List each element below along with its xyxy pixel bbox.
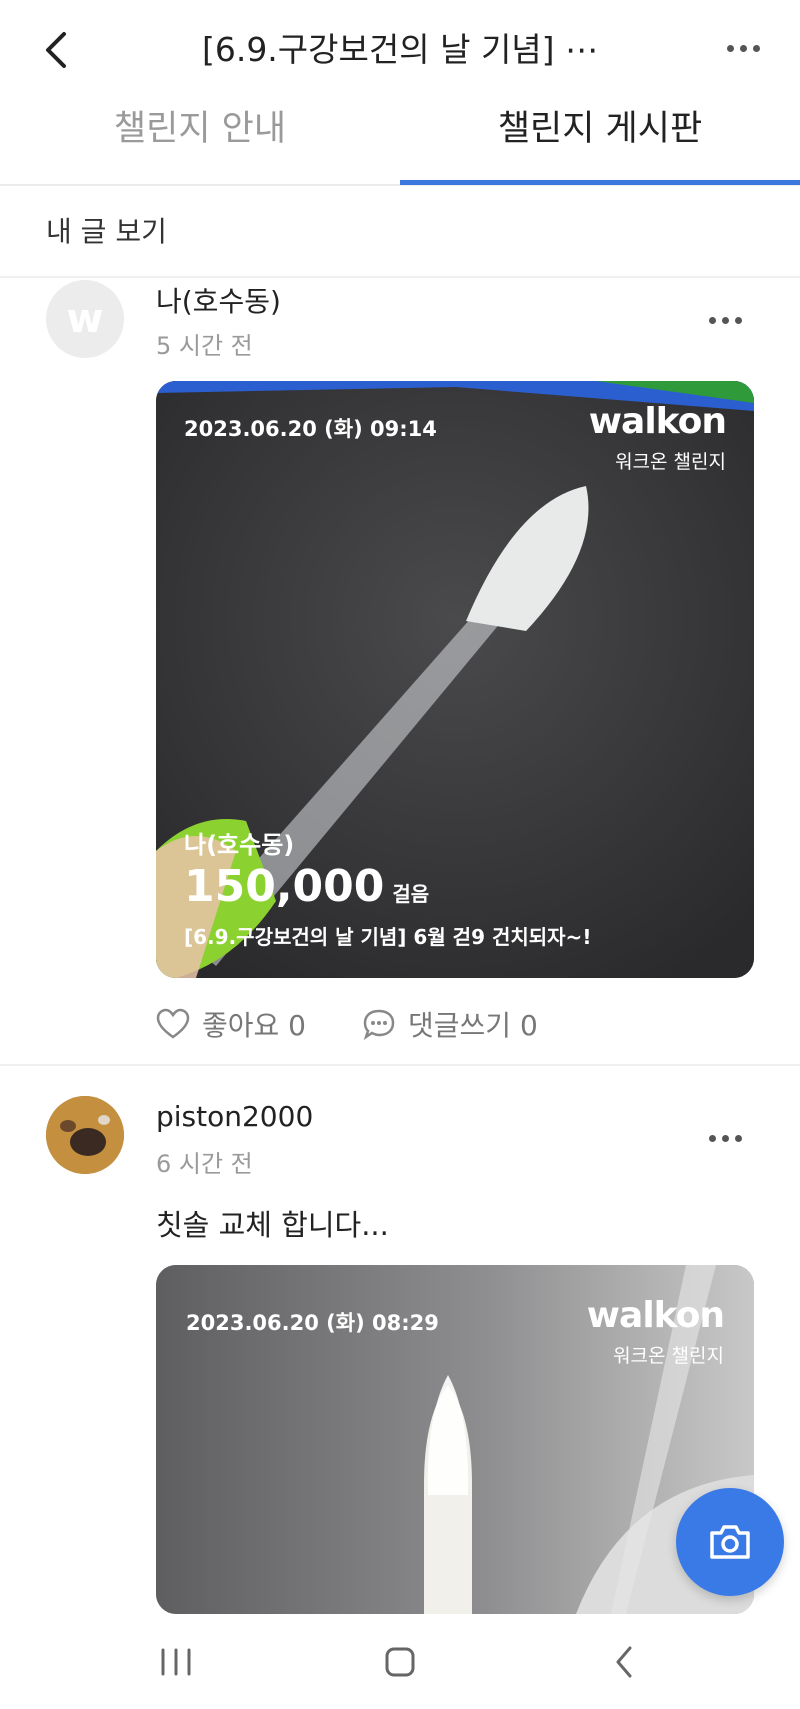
recent-apps-button[interactable] <box>146 1634 206 1690</box>
steps-unit: 걸음 <box>392 882 430 906</box>
walkon-subtitle: 워크온 챌린지 <box>615 451 726 473</box>
home-icon <box>385 1647 415 1677</box>
like-button[interactable]: 좋아요 0 <box>156 1004 306 1044</box>
page-title: [6.9.구강보건의 날 기념] ⋯ <box>201 30 599 69</box>
post-more-button[interactable] <box>700 300 750 340</box>
avatar-photo <box>46 1096 124 1174</box>
heart-icon <box>156 1008 190 1039</box>
back-button[interactable] <box>38 26 78 74</box>
photo-date: 2023.06.20 (화) 08:29 <box>186 1311 439 1335</box>
back-icon <box>616 1646 632 1678</box>
active-tab-indicator <box>400 180 800 185</box>
avatar[interactable]: w <box>46 280 124 358</box>
more-horizontal-icon <box>700 300 750 340</box>
camera-icon <box>710 1525 750 1559</box>
avatar-letter: w <box>66 296 104 342</box>
camera-fab-button[interactable] <box>676 1488 784 1596</box>
post-more-button[interactable] <box>700 1118 750 1158</box>
post-author[interactable]: 나(호수동) <box>156 280 281 320</box>
steps-count: 150,000 <box>184 861 385 912</box>
tab-challenge-board[interactable]: 챌린지 게시판 <box>400 98 800 182</box>
post-divider <box>0 1064 800 1066</box>
post-time: 5 시간 전 <box>156 332 253 360</box>
avatar[interactable] <box>46 1096 124 1174</box>
photo-date: 2023.06.20 (화) 09:14 <box>184 417 437 441</box>
post-photo[interactable]: 2023.06.20 (화) 09:14 walkon 워크온 챌린지 나(호수… <box>156 381 754 978</box>
post-photo[interactable]: 2023.06.20 (화) 08:29 walkon 워크온 챌린지 <box>156 1265 754 1614</box>
comment-button[interactable]: 댓글쓰기 0 <box>362 1004 538 1044</box>
like-label: 좋아요 0 <box>202 1009 306 1042</box>
system-back-button[interactable] <box>594 1634 654 1690</box>
recent-apps-icon <box>161 1648 191 1676</box>
overlay-challenge-name: [6.9.구강보건의 날 기념] 6월 걷9 건치되자~! <box>184 925 592 949</box>
post-time: 6 시간 전 <box>156 1150 253 1178</box>
walkon-logo: walkon <box>588 401 727 442</box>
post-caption: 칫솔 교체 합니다... <box>156 1208 389 1242</box>
more-horizontal-icon <box>700 1118 750 1158</box>
section-divider <box>0 276 800 278</box>
comment-label: 댓글쓰기 0 <box>408 1009 538 1042</box>
walkon-subtitle: 워크온 챌린지 <box>613 1345 724 1367</box>
overlay-name: 나(호수동) <box>184 831 295 859</box>
more-horizontal-icon <box>718 28 768 68</box>
more-options-button[interactable] <box>718 28 768 68</box>
chevron-left-icon <box>46 32 66 68</box>
walkon-logo: walkon <box>586 1295 725 1336</box>
post-author[interactable]: piston2000 <box>156 1100 313 1133</box>
tab-challenge-info[interactable]: 챌린지 안내 <box>0 98 400 182</box>
my-posts-button[interactable]: 내 글 보기 <box>46 210 167 250</box>
home-button[interactable] <box>370 1634 430 1690</box>
overlay-steps: 150,000 걸음 <box>184 861 429 912</box>
comment-icon <box>363 1009 395 1040</box>
